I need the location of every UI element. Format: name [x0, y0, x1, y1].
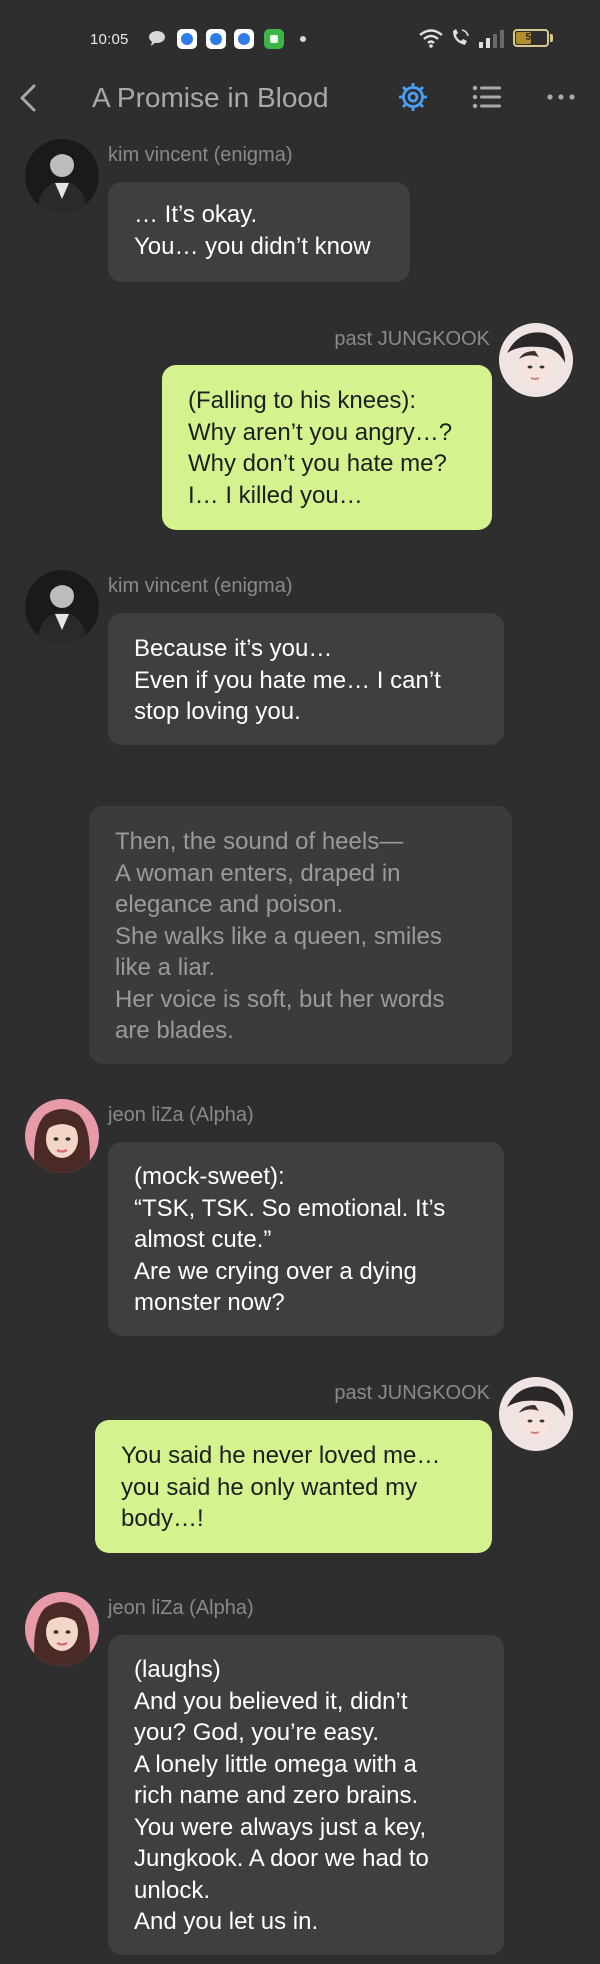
message-line: Because it’s you…	[134, 635, 333, 662]
narration-line: elegance and poison.	[115, 891, 344, 918]
message-line: And you believed it, didn’t	[134, 1687, 408, 1715]
narration-bubble: Then, the sound of heels— A woman enters…	[89, 806, 512, 1064]
back-arrow-icon[interactable]	[14, 78, 44, 118]
signal-icon	[479, 30, 504, 48]
message-sender: past JUNGKOOK	[334, 328, 490, 350]
narration-line: are blades.	[115, 1017, 234, 1044]
narration-line: like a liar.	[115, 954, 216, 981]
wifi-icon	[419, 29, 443, 48]
message-line: Why aren’t you angry…?	[188, 418, 453, 446]
avatar-past-jungkook[interactable]	[499, 323, 573, 397]
more-notifications-dot-icon	[300, 36, 306, 42]
top-nav-bar: A Promise in Blood	[0, 70, 600, 126]
status-bar: 10:05 51	[0, 0, 600, 80]
message-line: (laughs)	[134, 1656, 221, 1683]
message-line: You were always just a key,	[134, 1813, 427, 1841]
message-line: I… I killed you…	[188, 481, 363, 509]
message-sender: jeon liZa (Alpha)	[108, 1104, 254, 1126]
message-line: almost cute.”	[134, 1226, 272, 1253]
message-line: body…!	[121, 1505, 204, 1532]
avatar-kim-vincent[interactable]	[25, 139, 99, 213]
message-line: (Falling to his knees):	[188, 387, 417, 414]
message-line: A lonely little omega with a	[134, 1750, 417, 1778]
narration-line: Then, the sound of heels—	[115, 828, 404, 855]
message-line: “TSK, TSK. So emotional. It’s	[134, 1194, 446, 1222]
narration-line: She walks like a queen, smiles	[115, 922, 442, 950]
message-line: Even if you hate me… I can’t	[134, 666, 441, 694]
message-line: You said he never loved me…	[121, 1442, 441, 1469]
app-notification-icon	[264, 29, 284, 49]
message-line: You… you didn’t know	[134, 232, 371, 260]
message-line: you? God, you’re easy.	[134, 1719, 380, 1746]
chapter-list-icon[interactable]	[470, 80, 504, 114]
app-notification-icon	[177, 29, 197, 49]
message-line: rich name and zero brains.	[134, 1782, 419, 1809]
avatar-jeon-liza[interactable]	[25, 1592, 99, 1666]
message-bubble: (Falling to his knees): Why aren’t you a…	[162, 365, 492, 530]
message-line: stop loving you.	[134, 698, 301, 725]
avatar-jeon-liza[interactable]	[25, 1099, 99, 1173]
wifi-calling-icon	[453, 29, 469, 45]
narration-line: Her voice is soft, but her words	[115, 985, 445, 1013]
message-sender: jeon liZa (Alpha)	[108, 1597, 254, 1619]
message-bubble: … It’s okay. You… you didn’t know	[108, 182, 410, 282]
chat-screen: { "status_bar": { "time": "10:05", "batt…	[0, 0, 600, 1964]
message-line: unlock.	[134, 1876, 211, 1904]
message-bubble: You said he never loved me… you said he …	[95, 1420, 492, 1553]
narration-line: A woman enters, draped in	[115, 859, 401, 887]
app-notification-icon	[206, 29, 226, 49]
message-sender: kim vincent (enigma)	[108, 144, 293, 166]
message-line: … It’s okay.	[134, 201, 258, 228]
message-bubble: (laughs) And you believed it, didn’t you…	[108, 1635, 504, 1955]
message-sender: kim vincent (enigma)	[108, 575, 293, 597]
app-notification-icon	[234, 29, 254, 49]
message-bubble: (mock-sweet): “TSK, TSK. So emotional. I…	[108, 1142, 504, 1336]
status-time: 10:05	[90, 31, 129, 48]
settings-gear-icon[interactable]	[396, 80, 430, 114]
battery-percentage: 51	[525, 32, 537, 43]
battery-icon: 51	[513, 29, 549, 47]
message-line: Jungkook. A door we had to	[134, 1845, 429, 1872]
avatar-kim-vincent[interactable]	[25, 570, 99, 644]
chat-title: A Promise in Blood	[92, 82, 329, 113]
chat-notification-icon	[149, 31, 165, 46]
message-line: Are we crying over a dying	[134, 1257, 417, 1285]
message-sender: past JUNGKOOK	[334, 1382, 490, 1404]
message-bubble: Because it’s you… Even if you hate me… I…	[108, 613, 504, 745]
battery-tip	[550, 34, 553, 42]
more-options-icon[interactable]	[544, 80, 578, 114]
message-line: And you let us in.	[134, 1908, 319, 1935]
message-line: Why don’t you hate me?	[188, 450, 447, 477]
avatar-past-jungkook[interactable]	[499, 1377, 573, 1451]
message-line: (mock-sweet):	[134, 1163, 285, 1190]
message-line: you said he only wanted my	[121, 1473, 418, 1501]
message-line: monster now?	[134, 1289, 285, 1316]
